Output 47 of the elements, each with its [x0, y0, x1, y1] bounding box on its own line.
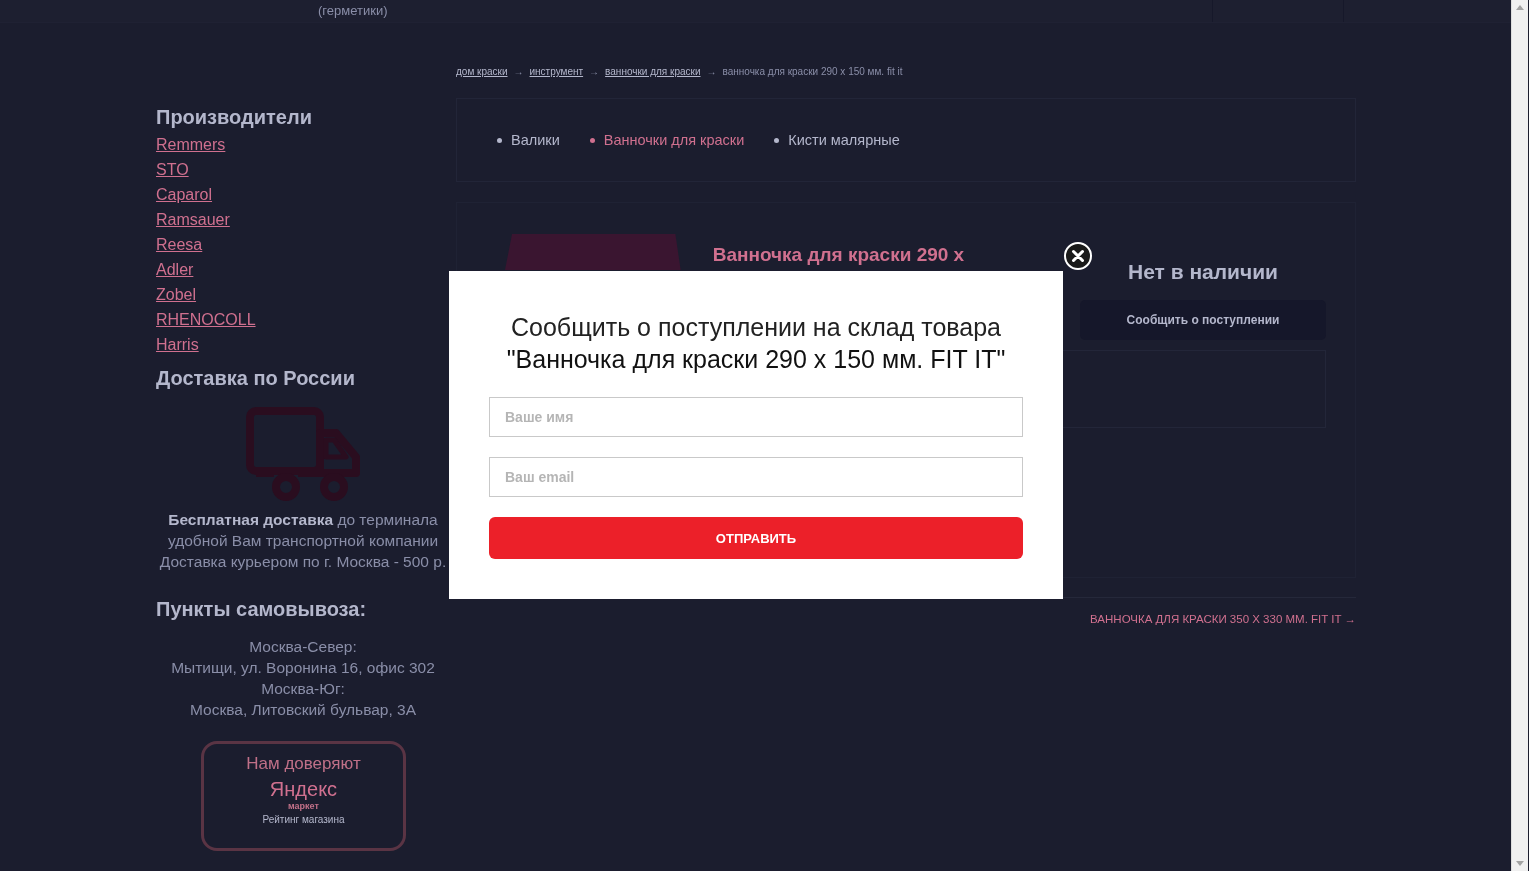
- bullet-icon: [497, 137, 502, 143]
- manufacturer-link[interactable]: Harris: [156, 332, 199, 357]
- pickup-address: Москва-Юг:: [261, 679, 345, 699]
- manufacturer-link[interactable]: Caparol: [156, 182, 213, 207]
- input-field[interactable]: Ваш email: [489, 457, 1023, 497]
- section-heading: Пункты самовывоза:: [156, 597, 368, 622]
- input-field[interactable]: Ваше имя: [489, 397, 1023, 437]
- modal-title: Сообщить о поступлении на склад товара: [510, 312, 1002, 343]
- breadcrumb-link[interactable]: инструмент: [529, 66, 584, 78]
- pickup-address: Москва-Север:: [249, 637, 357, 657]
- notify-button[interactable]: Сообщить о поступлении: [1080, 300, 1326, 340]
- breadcrumb-separator: →: [706, 66, 717, 78]
- manufacturer-link[interactable]: Zobel: [156, 282, 197, 307]
- breadcrumb-separator: →: [589, 66, 600, 78]
- availability-status: Нет в наличии: [1127, 260, 1279, 284]
- pickup-address: Москва, Литовский бульвар, 3А: [189, 700, 417, 720]
- badge-logo: Яндекс: [269, 778, 338, 801]
- manufacturer-link[interactable]: Reesa: [156, 232, 203, 257]
- bullet-icon: [589, 137, 595, 143]
- close-icon[interactable]: [1063, 241, 1093, 271]
- manufacturer-link[interactable]: STO: [156, 157, 189, 182]
- manufacturer-link[interactable]: Ramsauer: [156, 207, 230, 232]
- breadcrumb-link[interactable]: ванночки для краски: [605, 66, 701, 78]
- category-link[interactable]: Валики: [497, 132, 560, 148]
- badge-title: Нам доверяют: [246, 754, 361, 774]
- bullet-icon: [774, 137, 780, 143]
- pickup-address: Мытищи, ул. Воронина 16, офис 302: [171, 658, 435, 678]
- section-heading: Производители: [156, 105, 313, 130]
- breadcrumb-separator: →: [513, 66, 524, 78]
- product-title: Ванночка для краски 290 x: [712, 244, 966, 266]
- breadcrumb-link[interactable]: дом краски: [456, 66, 508, 78]
- manufacturer-link[interactable]: Adler: [156, 257, 194, 282]
- submit-button[interactable]: ОТПРАВИТЬ: [489, 517, 1023, 559]
- badge-caption: Рейтинг магазина: [262, 814, 345, 825]
- category-link[interactable]: Кисти малярные: [774, 132, 900, 148]
- next-product-link[interactable]: ВАННОЧКА ДЛЯ КРАСКИ 350 X 330 ММ. FIT IT →: [1090, 613, 1356, 625]
- scroll-up-icon[interactable]: [1516, 5, 1524, 10]
- section-heading: Доставка по России: [156, 366, 356, 391]
- header-menu-item[interactable]: (герметики): [318, 3, 388, 18]
- scroll-down-icon[interactable]: [1516, 861, 1524, 866]
- manufacturer-link[interactable]: RHENOCOLL: [156, 307, 256, 332]
- badge-logo-subtitle: маркет: [288, 801, 319, 811]
- delivery-description: Бесплатная доставка до терминала удобной Вам транспортной компании Доставка курьером по г. Москва - 500 р.: [158, 510, 448, 572]
- manufacturer-link[interactable]: Remmers: [156, 132, 226, 157]
- category-link[interactable]: Ванночки для краски: [589, 132, 745, 148]
- breadcrumb-current: ванночка для краски 290 x 150 мм. fit it: [722, 66, 903, 78]
- modal-product-name: "Ванночка для краски 290 x 150 мм. FIT IT": [506, 344, 1006, 375]
